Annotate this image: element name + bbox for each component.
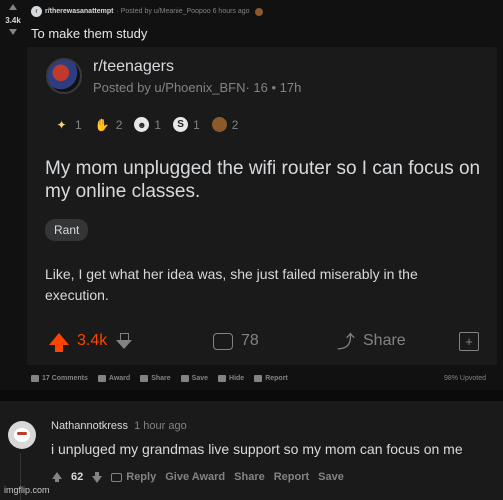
outer-posted-by: · Posted by u/Meanie_Poopoo 6 hours ago bbox=[116, 8, 250, 15]
award-item: ☻ 1 bbox=[134, 117, 161, 132]
card-posted-by: Posted by u/Phoenix_BFN· 16 • 17h bbox=[93, 80, 302, 95]
outer-subreddit-link[interactable]: r/therewasanattempt bbox=[45, 8, 113, 15]
downvote-icon bbox=[115, 331, 133, 351]
award-item: ✦ 1 bbox=[53, 116, 82, 133]
comments-button[interactable]: 17 Comments bbox=[31, 375, 88, 382]
card-action-row: 3.4k 78 ⤴ Share + bbox=[45, 327, 485, 355]
card-headline: My mom unplugged the wifi router so I ca… bbox=[45, 158, 481, 202]
embedded-post-card: r/teenagers Posted by u/Phoenix_BFN· 16 … bbox=[27, 47, 497, 365]
comments-label: 17 Comments bbox=[42, 375, 88, 382]
hide-button[interactable]: Hide bbox=[218, 375, 244, 382]
snoo-face-icon bbox=[14, 428, 30, 442]
award-list: ✦ 1 ✋ 2 ☻ 1 S 1 2 bbox=[53, 116, 244, 133]
hands-award-icon: ✋ bbox=[94, 117, 110, 132]
comment-body: i unpluged my grandmas live support so m… bbox=[51, 441, 463, 457]
wholesome-award-icon: ✦ bbox=[56, 117, 67, 132]
silver-award-icon: S bbox=[173, 117, 189, 132]
report-button[interactable]: Report bbox=[254, 375, 288, 382]
hide-label: Hide bbox=[229, 375, 245, 382]
outer-score: 3.4k bbox=[5, 16, 21, 25]
reply-label: Reply bbox=[126, 471, 157, 483]
comment-username[interactable]: Nathannotkress bbox=[51, 420, 128, 432]
save-button[interactable]: Save bbox=[180, 375, 209, 382]
award-item: 2 bbox=[211, 117, 239, 132]
card-subreddit: r/teenagers bbox=[93, 58, 174, 75]
share-label: Share bbox=[151, 375, 171, 382]
card-body: Like, I get what her idea was, she just … bbox=[45, 266, 418, 303]
comment-icon bbox=[213, 332, 233, 350]
hide-icon bbox=[218, 375, 227, 382]
report-button[interactable]: Report bbox=[274, 471, 309, 483]
downvote-icon[interactable] bbox=[92, 471, 103, 483]
give-award-button[interactable]: Give Award bbox=[165, 471, 225, 483]
share-button[interactable]: Share bbox=[140, 375, 171, 382]
card-share-label: Share bbox=[363, 332, 406, 349]
upvote-icon bbox=[49, 333, 69, 352]
reply-button[interactable]: Reply bbox=[111, 471, 156, 483]
share-icon: ⤴ bbox=[337, 332, 355, 352]
bookmark-icon bbox=[180, 375, 189, 382]
avatar[interactable] bbox=[8, 421, 36, 449]
award-count: 2 bbox=[231, 117, 239, 132]
face-award-icon: ☻ bbox=[134, 117, 150, 132]
award-button[interactable]: Award bbox=[97, 375, 131, 382]
outer-vote-column: 3.4k bbox=[0, 4, 26, 35]
watermark: imgflip.com bbox=[4, 485, 50, 495]
report-label: Report bbox=[265, 375, 288, 382]
post-action-bar: 17 Comments Award Share Save Hide Report… bbox=[31, 375, 496, 382]
upvote-icon[interactable] bbox=[9, 4, 17, 10]
reply-icon bbox=[111, 472, 123, 482]
comment-score: 62 bbox=[71, 471, 84, 483]
card-share: ⤴ Share bbox=[337, 327, 406, 355]
upvote-ratio: 98% Upvoted bbox=[443, 375, 486, 382]
subreddit-icon[interactable]: r bbox=[31, 6, 42, 17]
save-button[interactable]: Save bbox=[318, 471, 344, 483]
outer-post-title[interactable]: To make them study bbox=[31, 26, 147, 41]
outer-post-meta: r r/therewasanattempt · Posted by u/Mean… bbox=[31, 6, 263, 17]
share-icon bbox=[140, 375, 149, 382]
award-count: 1 bbox=[154, 117, 162, 132]
award-count: 1 bbox=[75, 117, 82, 132]
post-flair: Rant bbox=[45, 219, 89, 241]
flag-icon bbox=[254, 375, 263, 382]
poop-award-icon bbox=[254, 7, 263, 16]
card-comments: 78 bbox=[213, 327, 259, 355]
comment: Nathannotkress 1 hour ago i unpluged my … bbox=[0, 401, 503, 500]
comment-actions: 62 Reply Give Award Share Report Save bbox=[52, 471, 344, 483]
card-vote-group: 3.4k bbox=[49, 327, 133, 355]
save-label: Save bbox=[191, 375, 209, 382]
award-count: 1 bbox=[193, 117, 200, 132]
award-item: S 1 bbox=[173, 117, 200, 132]
downvote-icon[interactable] bbox=[9, 29, 17, 35]
outer-post: 3.4k r r/therewasanattempt · Posted by u… bbox=[0, 0, 503, 390]
card-score: 3.4k bbox=[77, 332, 108, 349]
comment-icon bbox=[31, 375, 39, 382]
award-item: ✋ 2 bbox=[94, 116, 123, 133]
poop-award-icon bbox=[211, 117, 227, 132]
award-label: Award bbox=[108, 375, 131, 382]
card-comment-count: 78 bbox=[241, 332, 259, 349]
gift-icon: + bbox=[459, 331, 479, 351]
subreddit-avatar bbox=[46, 58, 82, 94]
gift-icon bbox=[97, 375, 106, 382]
comment-meta: Nathannotkress 1 hour ago bbox=[51, 420, 187, 432]
share-button[interactable]: Share bbox=[234, 471, 265, 483]
upvote-icon[interactable] bbox=[52, 471, 62, 482]
card-award: + bbox=[459, 327, 479, 355]
comment-timestamp[interactable]: 1 hour ago bbox=[134, 420, 187, 432]
award-count: 2 bbox=[115, 117, 123, 132]
